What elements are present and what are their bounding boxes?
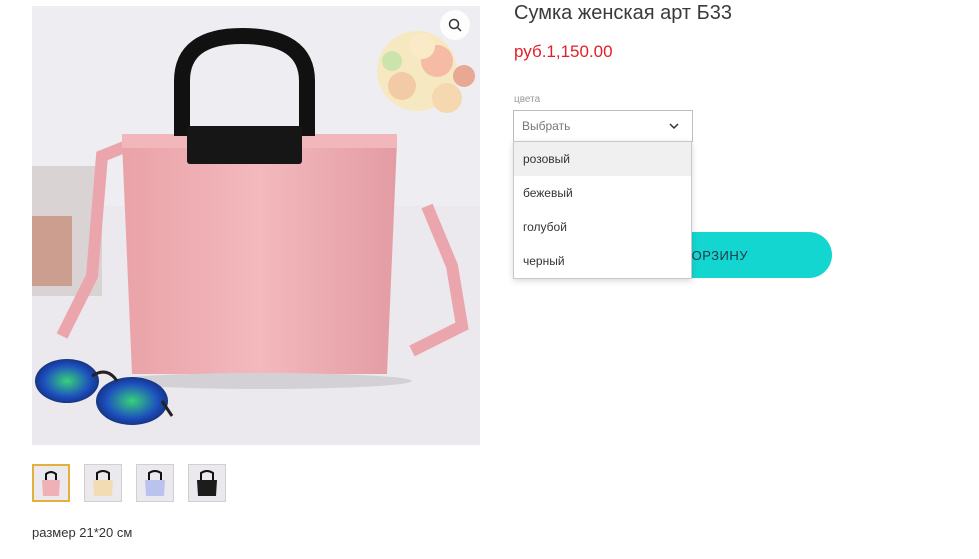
color-option[interactable]: розовый [514,142,691,176]
thumbnail-pink[interactable] [32,464,70,502]
color-option[interactable]: черный [514,244,691,278]
thumbnail-black[interactable] [188,464,226,502]
product-size-note: размер 21*20 см [32,525,133,540]
chevron-down-icon [669,123,679,130]
product-main-image[interactable] [32,6,480,445]
color-select-placeholder: Выбрать [522,119,571,133]
zoom-icon [448,18,462,32]
color-select[interactable]: Выбрать [513,110,693,142]
product-price: руб.1,150.00 [514,42,613,61]
zoom-button[interactable] [440,10,470,40]
thumbnail-blue[interactable] [136,464,174,502]
thumbnail-beige[interactable] [84,464,122,502]
product-title: Сумка женская арт Б33 [514,2,732,24]
thumbnail-list [32,464,226,502]
color-option[interactable]: голубой [514,210,691,244]
variant-label: цвета [514,94,541,105]
add-to-cart-label: ОРЗИНУ [691,247,748,263]
color-option[interactable]: бежевый [514,176,691,210]
color-dropdown-menu: розовый бежевый голубой черный [513,141,692,279]
